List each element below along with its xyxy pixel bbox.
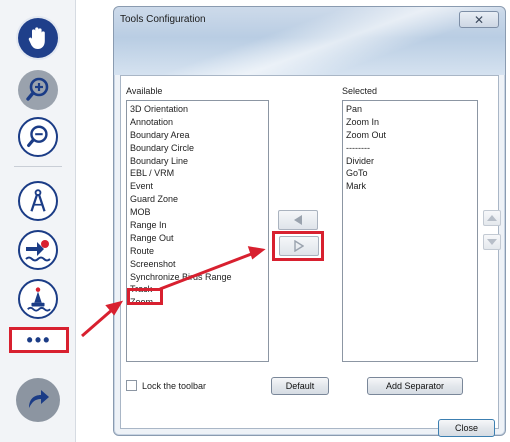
close-icon: ✕ — [473, 12, 485, 27]
pan-button[interactable] — [18, 18, 58, 58]
dialog-client-area: Available Selected 3D Orientation Annota… — [120, 75, 501, 437]
lock-toolbar-checkbox[interactable] — [126, 380, 137, 391]
mark-buoy-icon — [27, 287, 51, 312]
list-item[interactable]: Zoom In — [343, 116, 477, 129]
selected-label: Selected — [342, 86, 378, 96]
list-item[interactable]: 3D Orientation — [127, 103, 268, 116]
list-item[interactable]: Guard Zone — [127, 193, 268, 206]
pan-hand-icon — [28, 27, 45, 49]
arrow-to-track — [81, 307, 114, 338]
title-bar: Tools Configuration ✕ — [114, 7, 505, 75]
list-item[interactable]: GoTo — [343, 167, 477, 180]
zoom-in-button[interactable] — [18, 70, 58, 110]
list-item[interactable]: Mark — [343, 180, 477, 193]
dialog-title: Tools Configuration — [120, 14, 206, 25]
list-item[interactable]: Pan — [343, 103, 477, 116]
add-to-selected-button[interactable] — [279, 236, 319, 256]
available-label: Available — [126, 86, 163, 96]
list-item[interactable]: Divider — [343, 155, 477, 168]
close-window-button[interactable]: ✕ — [459, 11, 499, 28]
list-item[interactable]: Screenshot — [127, 258, 268, 271]
more-tools-button[interactable]: ••• — [9, 327, 69, 353]
lock-toolbar-label: Lock the toolbar — [142, 380, 207, 391]
arrow-left-icon — [294, 215, 302, 225]
list-item[interactable]: Zoom Out — [343, 129, 477, 142]
divider-button[interactable] — [18, 181, 58, 221]
list-item[interactable]: Route — [127, 245, 268, 258]
list-item[interactable]: Range Out — [127, 232, 268, 245]
add-button-highlight — [272, 231, 324, 261]
list-item[interactable]: MOB — [127, 206, 268, 219]
curved-arrow-icon — [29, 390, 49, 408]
arrow-up-icon — [487, 215, 497, 221]
list-item[interactable]: -------- — [343, 142, 477, 155]
list-item[interactable]: Boundary Area — [127, 129, 268, 142]
move-down-button[interactable] — [483, 234, 501, 250]
mark-button[interactable] — [18, 279, 58, 319]
close-button[interactable]: Close — [438, 419, 495, 437]
list-item[interactable]: Range In — [127, 219, 268, 232]
track-highlight — [127, 288, 163, 305]
available-list[interactable]: 3D Orientation Annotation Boundary Area … — [126, 100, 269, 362]
goto-icon — [25, 240, 51, 262]
lock-toolbar-row: Lock the toolbar — [126, 380, 206, 391]
default-button[interactable]: Default — [271, 377, 329, 395]
selected-list[interactable]: Pan Zoom In Zoom Out -------- Divider Go… — [342, 100, 478, 362]
add-separator-button[interactable]: Add Separator — [367, 377, 463, 395]
goto-button[interactable] — [18, 230, 58, 270]
arrow-right-icon — [294, 240, 304, 252]
list-item[interactable]: Boundary Circle — [127, 142, 268, 155]
list-item[interactable]: Boundary Line — [127, 155, 268, 168]
list-item[interactable]: Synchronize Birds Range — [127, 271, 268, 284]
arrow-down-icon — [487, 239, 497, 245]
divider-compass-icon — [30, 189, 46, 212]
tools-configuration-dialog: Tools Configuration ✕ Available Selected… — [113, 6, 506, 437]
more-dots: ••• — [26, 330, 52, 350]
remove-from-selected-button[interactable] — [278, 210, 318, 230]
list-item[interactable]: Annotation — [127, 116, 268, 129]
left-toolbar: ••• — [0, 0, 76, 442]
route-button[interactable] — [16, 378, 60, 422]
list-item[interactable]: Event — [127, 180, 268, 193]
move-up-button[interactable] — [483, 210, 501, 226]
zoom-out-button[interactable] — [18, 117, 58, 157]
toolbar-separator — [14, 166, 62, 167]
zoom-out-icon — [27, 125, 48, 147]
list-item[interactable]: EBL / VRM — [127, 167, 268, 180]
zoom-in-icon — [26, 77, 49, 101]
